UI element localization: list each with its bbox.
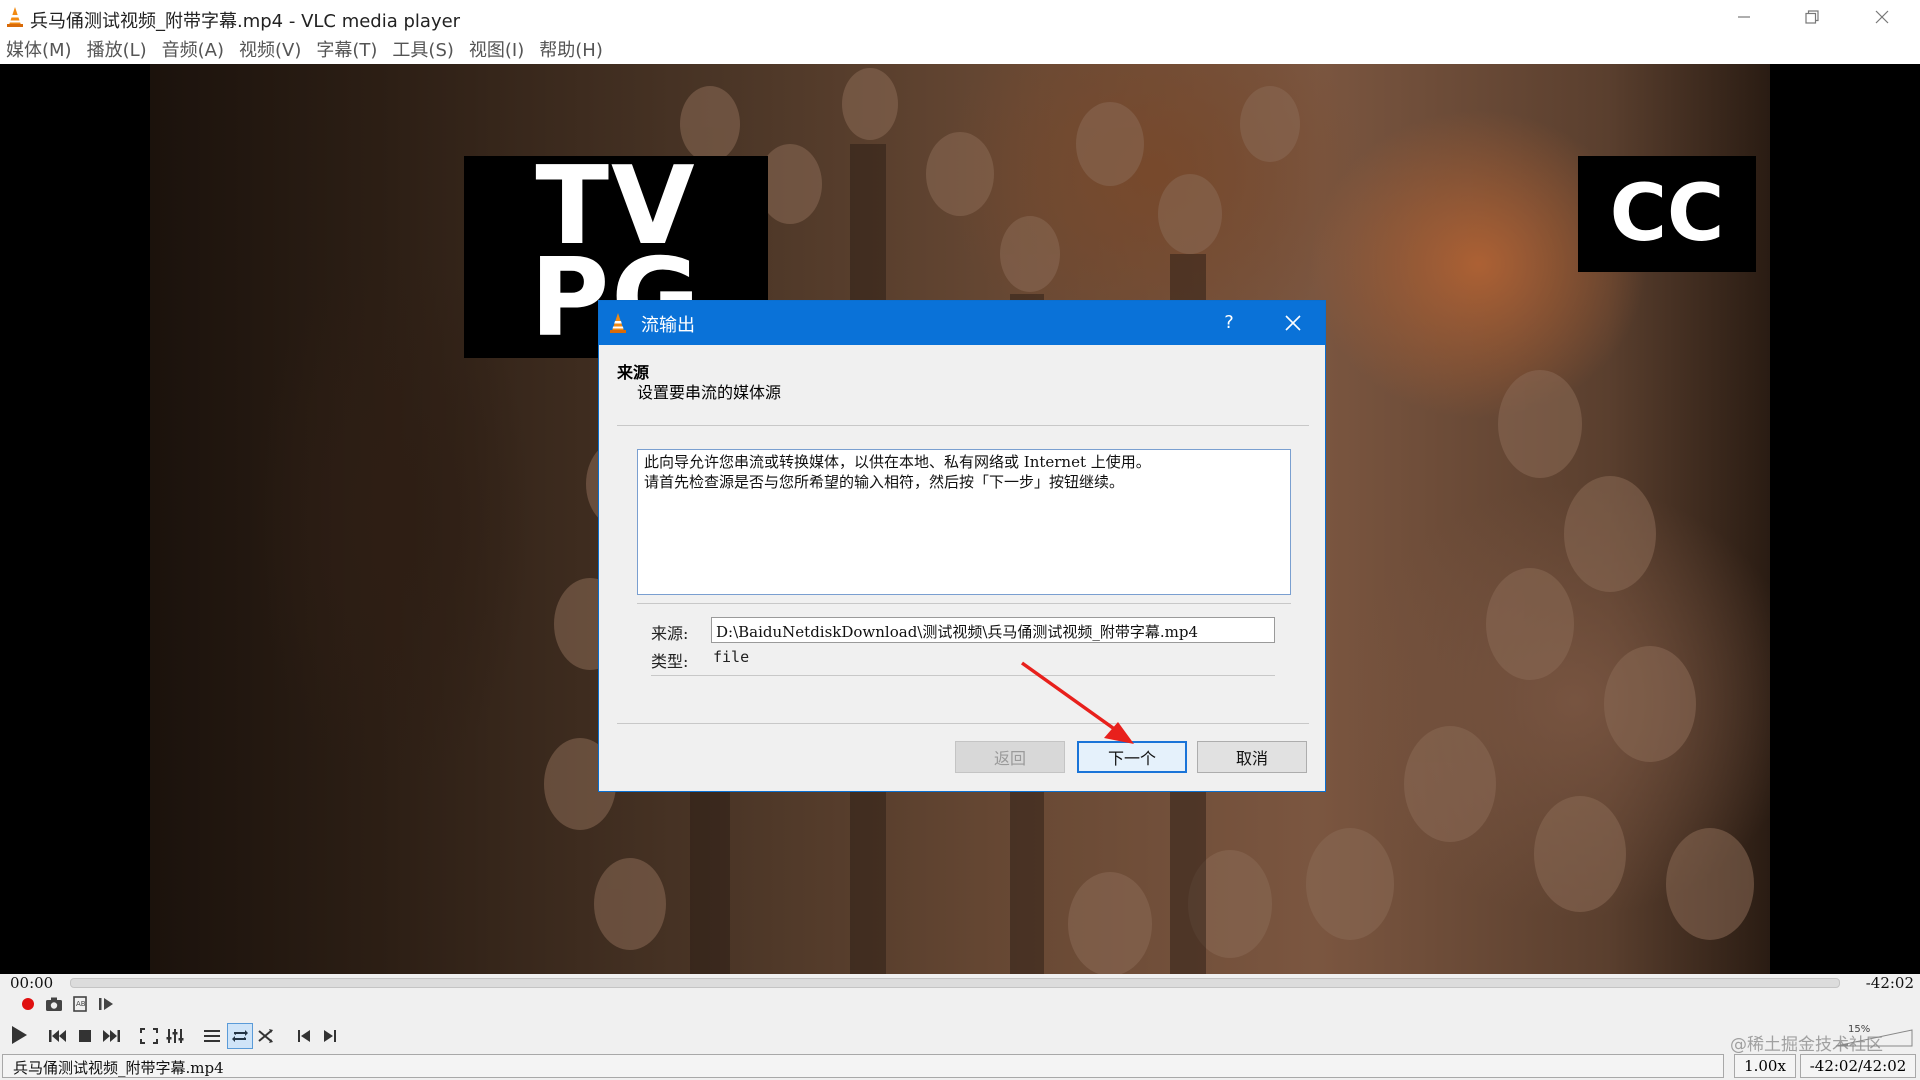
- svg-text:AB: AB: [76, 1000, 86, 1008]
- loop-ab-icon: AB: [73, 996, 87, 1012]
- menu-view[interactable]: 视图(I): [469, 36, 524, 62]
- stop-icon: [79, 1030, 91, 1042]
- extended-settings-button[interactable]: [163, 1024, 187, 1048]
- minimize-icon: [1738, 16, 1750, 18]
- restore-icon: [1805, 10, 1819, 24]
- window-title: 兵马俑测试视频_附带字幕.mp4 - VLC media player: [30, 11, 461, 32]
- current-file-name: 兵马俑测试视频_附带字幕.mp4: [2, 1054, 1724, 1078]
- next-chapter-icon: [324, 1030, 336, 1042]
- time-display[interactable]: -42:02/42:02: [1800, 1054, 1916, 1078]
- menu-subtitle[interactable]: 字幕(T): [316, 36, 377, 62]
- description-box: 此向导允许您串流或转换媒体，以供在本地、私有网络或 Internet 上使用。 …: [637, 449, 1291, 595]
- divider: [617, 723, 1309, 724]
- previous-chapter-icon: [298, 1030, 310, 1042]
- elapsed-time: 00:00: [10, 974, 54, 992]
- type-value: file: [713, 648, 750, 666]
- close-button[interactable]: [1852, 0, 1912, 34]
- status-bar: 兵马俑测试视频_附带字幕.mp4 1.00x -42:02/42:02: [0, 1054, 1920, 1080]
- menu-bar: 媒体(M) 播放(L) 音频(A) 视频(V) 字幕(T) 工具(S) 视图(I…: [0, 34, 1920, 64]
- playback-speed[interactable]: 1.00x: [1734, 1054, 1796, 1078]
- record-icon: [22, 998, 34, 1010]
- next-chapter-button[interactable]: [318, 1024, 342, 1048]
- next-media-button[interactable]: [99, 1024, 123, 1048]
- closed-caption-badge: CC: [1578, 156, 1756, 272]
- previous-chapter-button[interactable]: [292, 1024, 316, 1048]
- type-label: 类型:: [651, 652, 689, 671]
- divider: [637, 603, 1291, 604]
- source-label: 来源:: [651, 624, 689, 643]
- divider: [651, 675, 1275, 676]
- loop-button[interactable]: [227, 1023, 253, 1049]
- playlist-icon: [204, 1030, 220, 1042]
- previous-button[interactable]: [46, 1024, 70, 1048]
- close-icon: [1875, 10, 1889, 24]
- play-button[interactable]: [4, 1020, 34, 1050]
- menu-playback[interactable]: 播放(L): [87, 36, 147, 62]
- fullscreen-button[interactable]: [137, 1024, 161, 1048]
- snapshot-button[interactable]: [42, 992, 66, 1016]
- vlc-cone-icon: [7, 7, 23, 27]
- section-subtitle: 设置要串流的媒体源: [637, 383, 782, 402]
- shuffle-icon: [258, 1029, 273, 1043]
- dialog-close-button[interactable]: [1269, 305, 1317, 341]
- restore-button[interactable]: [1782, 0, 1842, 34]
- seek-bar[interactable]: [70, 978, 1840, 988]
- description-line: 请首先检查源是否与您所希望的输入相符，然后按「下一步」按钮继续。: [644, 473, 1125, 491]
- player-controls: 00:00 -42:02 AB @稀土掘金技术社区 15% 兵马俑测试视频_附带…: [0, 974, 1920, 1080]
- stop-button[interactable]: [73, 1024, 97, 1048]
- frame-step-icon: [99, 998, 113, 1010]
- equalizer-icon: [166, 1029, 184, 1043]
- source-field[interactable]: D:\BaiduNetdiskDownload\测试视频\兵马俑测试视频_附带字…: [711, 617, 1275, 643]
- vlc-cone-icon: [610, 313, 626, 333]
- divider: [617, 425, 1309, 426]
- back-button[interactable]: 返回: [955, 741, 1065, 773]
- loop-ab-button[interactable]: AB: [68, 992, 92, 1016]
- menu-audio[interactable]: 音频(A): [162, 36, 224, 62]
- next-button[interactable]: 下一个: [1077, 741, 1187, 773]
- help-button[interactable]: ?: [1209, 307, 1249, 339]
- playlist-button[interactable]: [200, 1024, 224, 1048]
- close-icon: [1285, 315, 1301, 331]
- dialog-body: 来源 设置要串流的媒体源 此向导允许您串流或转换媒体，以供在本地、私有网络或 I…: [599, 345, 1325, 793]
- frame-step-button[interactable]: [94, 992, 118, 1016]
- menu-tools[interactable]: 工具(S): [392, 36, 453, 62]
- dialog-title: 流输出: [641, 315, 695, 336]
- title-bar: 兵马俑测试视频_附带字幕.mp4 - VLC media player: [0, 0, 1920, 34]
- stream-output-dialog: 流输出 ? 来源 设置要串流的媒体源 此向导允许您串流或转换媒体，以供在本地、私…: [598, 300, 1326, 792]
- menu-media[interactable]: 媒体(M): [6, 36, 72, 62]
- menu-video[interactable]: 视频(V): [239, 36, 301, 62]
- record-button[interactable]: [16, 992, 40, 1016]
- cancel-button[interactable]: 取消: [1197, 741, 1307, 773]
- shuffle-button[interactable]: [254, 1024, 278, 1048]
- menu-help[interactable]: 帮助(H): [539, 36, 603, 62]
- minimize-button[interactable]: [1714, 0, 1774, 34]
- description-line: 此向导允许您串流或转换媒体，以供在本地、私有网络或 Internet 上使用。: [644, 453, 1151, 471]
- loop-icon: [232, 1030, 248, 1042]
- next-icon: [103, 1030, 120, 1042]
- remaining-time: -42:02: [1865, 974, 1914, 992]
- previous-icon: [49, 1030, 66, 1042]
- play-icon: [12, 1026, 27, 1044]
- camera-icon: [46, 997, 62, 1011]
- fullscreen-icon: [140, 1028, 158, 1044]
- volume-slider[interactable]: [1830, 1026, 1916, 1050]
- dialog-title-bar[interactable]: 流输出 ?: [599, 301, 1325, 345]
